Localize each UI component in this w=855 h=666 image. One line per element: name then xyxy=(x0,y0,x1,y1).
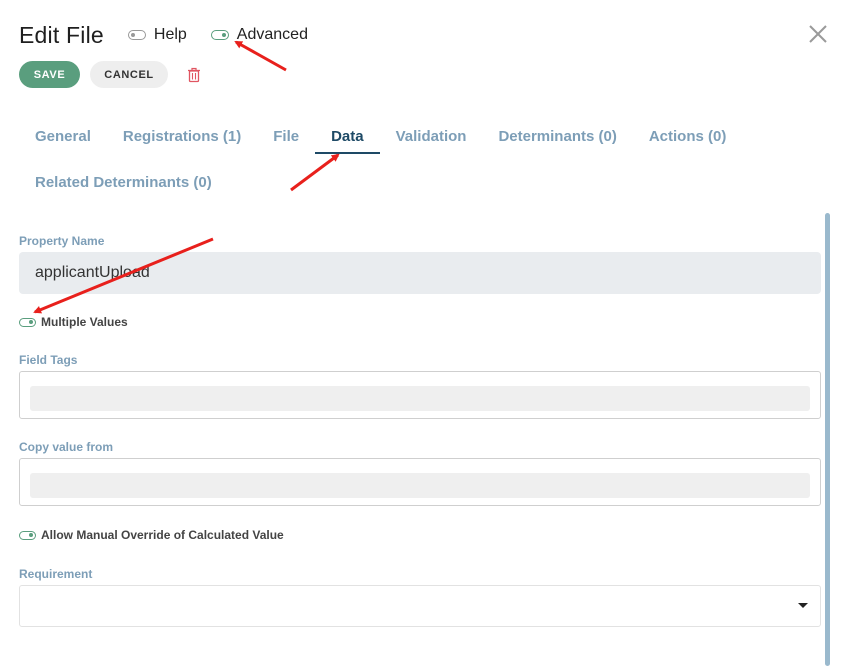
manual-override-label: Allow Manual Override of Calculated Valu… xyxy=(41,528,284,542)
help-label: Help xyxy=(153,26,187,43)
tab-registrations-1[interactable]: Registrations (1) xyxy=(107,118,257,156)
page-title: Edit File xyxy=(19,21,104,48)
copy-value-label: Copy value from xyxy=(19,440,114,454)
field-tags-input[interactable] xyxy=(19,371,821,419)
annotation-arrows xyxy=(33,40,340,314)
multiple-values-switch-icon[interactable] xyxy=(19,317,36,327)
tab-determinants-0[interactable]: Determinants (0) xyxy=(482,118,632,156)
action-bar: SAVE CANCEL xyxy=(19,61,202,88)
multiple-values-label: Multiple Values xyxy=(41,315,128,329)
close-icon[interactable] xyxy=(808,24,828,44)
trash-icon[interactable] xyxy=(186,67,202,83)
tab-actions-0[interactable]: Actions (0) xyxy=(633,118,743,156)
chevron-down-icon[interactable] xyxy=(798,603,808,608)
advanced-toggle[interactable]: Advanced xyxy=(210,26,308,44)
requirement-select[interactable] xyxy=(19,585,821,627)
requirement-label: Requirement xyxy=(19,567,93,581)
help-toggle[interactable]: Help xyxy=(127,26,187,44)
copy-value-input[interactable] xyxy=(19,458,821,506)
field-tags-inner[interactable] xyxy=(30,386,810,411)
tab-row: Related Determinants (0) xyxy=(19,164,799,202)
manual-override-toggle[interactable]: Allow Manual Override of Calculated Valu… xyxy=(19,528,284,542)
save-button[interactable]: SAVE xyxy=(19,61,80,88)
help-switch-icon[interactable] xyxy=(127,30,146,40)
scrollbar[interactable] xyxy=(825,213,830,666)
tab-file[interactable]: File xyxy=(257,118,315,156)
field-tags-label: Field Tags xyxy=(19,353,78,367)
tab-related-determinants-0[interactable]: Related Determinants (0) xyxy=(19,164,228,202)
tab-bar: General Registrations (1) File Data Validati… xyxy=(19,118,799,202)
dialog-header: Edit File Help Advanced xyxy=(19,20,308,50)
property-name-input[interactable] xyxy=(19,252,821,294)
tab-data[interactable]: Data xyxy=(315,118,380,156)
copy-value-inner[interactable] xyxy=(30,473,810,498)
manual-override-switch-icon[interactable] xyxy=(19,530,36,540)
tab-validation[interactable]: Validation xyxy=(380,118,483,156)
advanced-switch-icon[interactable] xyxy=(210,30,229,40)
advanced-label: Advanced xyxy=(236,26,308,43)
multiple-values-toggle[interactable]: Multiple Values xyxy=(19,315,128,329)
property-name-label: Property Name xyxy=(19,234,105,248)
tab-row: General Registrations (1) File Data Validati… xyxy=(19,118,799,156)
tab-general[interactable]: General xyxy=(19,118,107,156)
cancel-button[interactable]: CANCEL xyxy=(90,61,168,88)
